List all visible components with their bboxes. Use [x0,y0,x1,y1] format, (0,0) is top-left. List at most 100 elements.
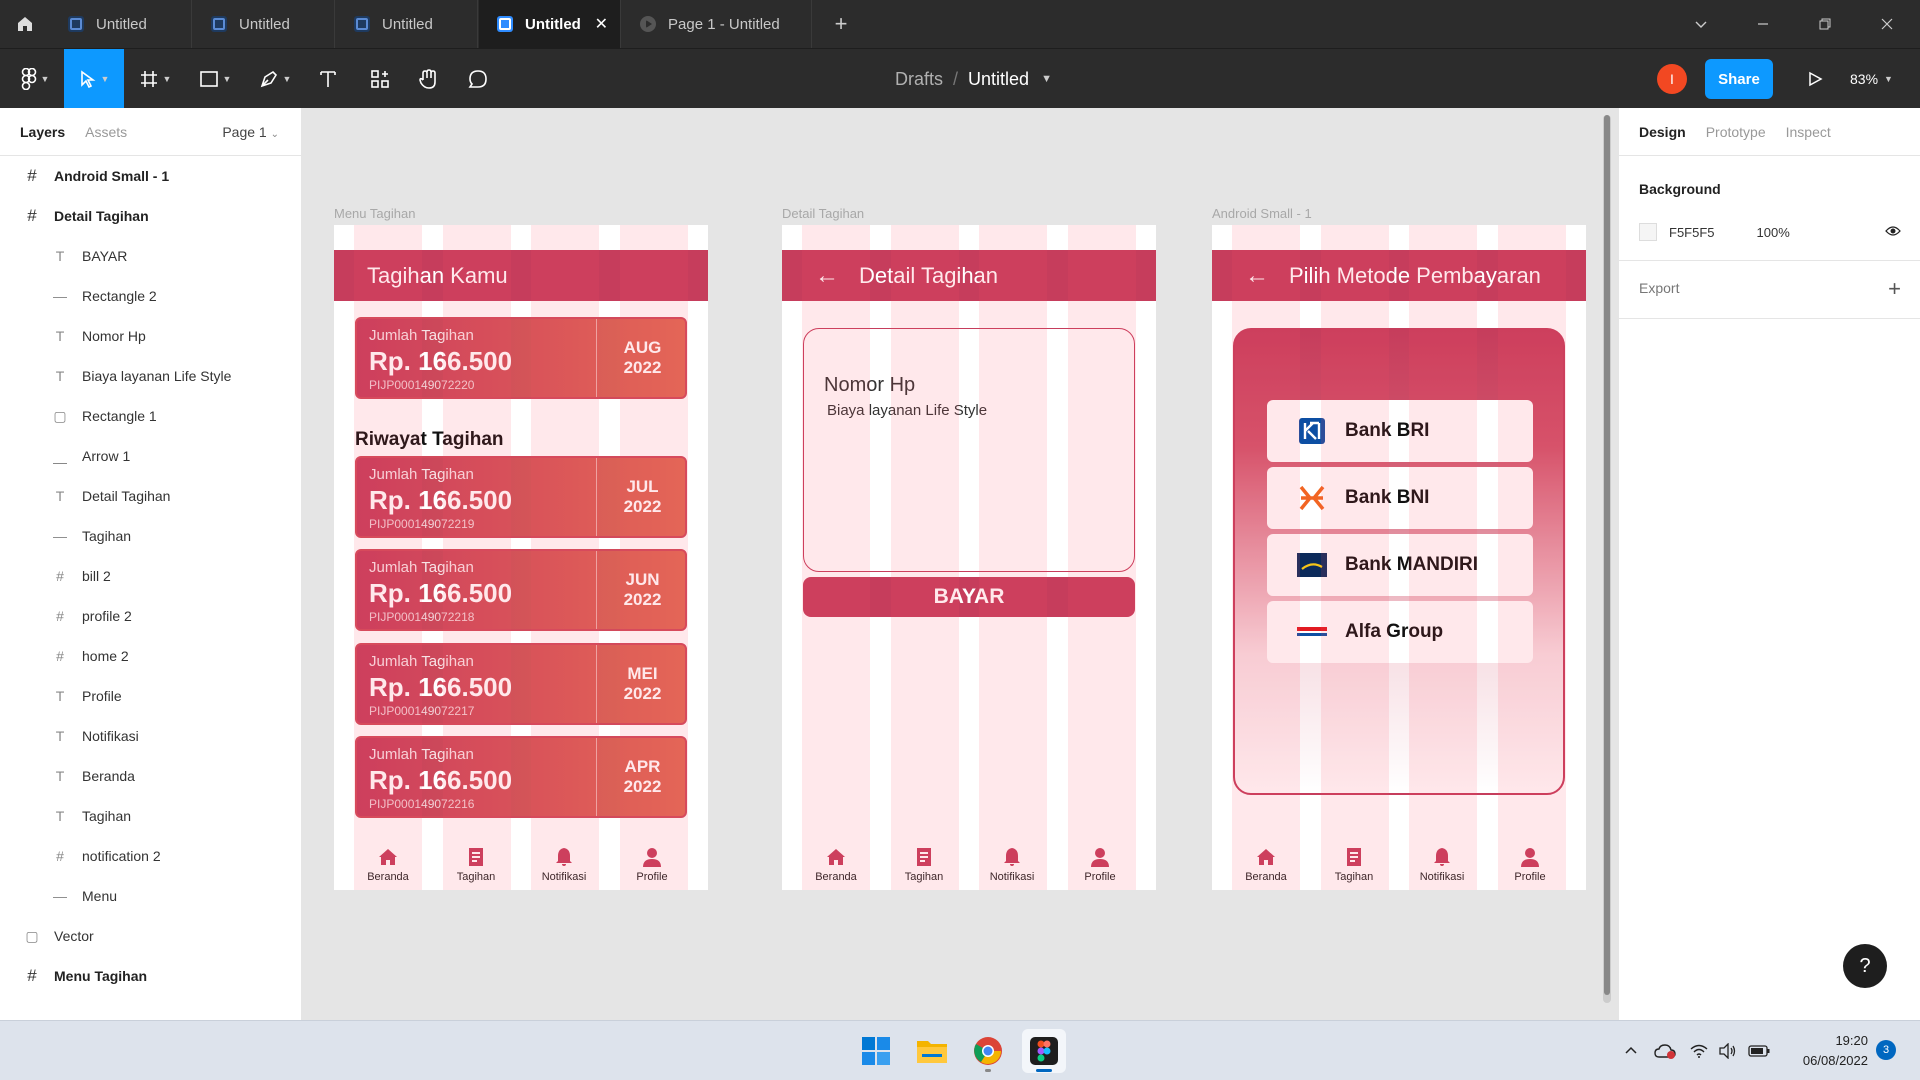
nav-tagihan[interactable]: Tagihan [436,846,516,883]
tab-3[interactable]: Untitled [336,0,478,48]
layer-item[interactable]: ▢ Rectangle 1 [0,396,301,436]
color-swatch[interactable] [1639,223,1657,241]
canvas[interactable]: Menu Tagihan Tagihan Kamu Jumlah Tagihan… [302,108,1618,1020]
frame-label-menu-tagihan[interactable]: Menu Tagihan [334,206,415,221]
chrome-button[interactable] [966,1029,1010,1073]
scrollbar-thumb[interactable] [1604,115,1610,995]
history-bill-card[interactable]: Jumlah Tagihan Rp. 166.500 PIJP000149072… [355,549,687,631]
frame-label-android-small[interactable]: Android Small - 1 [1212,206,1312,221]
layer-item[interactable]: — Tagihan [0,516,301,556]
background-color-value[interactable]: F5F5F5 [1669,225,1715,240]
layer-item[interactable]: # Detail Tagihan [0,196,301,236]
clock[interactable]: 19:20 06/08/2022 [1788,1031,1868,1071]
nav-profile[interactable]: Profile [1490,846,1570,883]
layer-item[interactable]: ⎽ Arrow 1 [0,436,301,476]
close-tab-icon[interactable]: ✕ [595,14,608,34]
bank-option-bri[interactable]: Bank BRI [1267,400,1533,462]
minimize-button[interactable] [1738,0,1788,48]
layer-item[interactable]: T BAYAR [0,236,301,276]
layer-item[interactable]: — Menu [0,876,301,916]
nav-beranda[interactable]: Beranda [796,846,876,883]
nav-profile[interactable]: Profile [1060,846,1140,883]
comment-tool-button[interactable] [453,49,503,109]
layer-item[interactable]: T Profile [0,676,301,716]
pen-tool-button[interactable]: ▼ [250,49,300,109]
hand-tool-button[interactable] [403,49,453,109]
close-window-button[interactable] [1862,0,1912,48]
restore-button[interactable] [1800,0,1850,48]
layer-item[interactable]: T Notifikasi [0,716,301,756]
bank-option-alfa[interactable]: Alfa Group [1267,601,1533,663]
frame-label-detail-tagihan[interactable]: Detail Tagihan [782,206,864,221]
nav-notifikasi[interactable]: Notifikasi [524,846,604,883]
tab-inspect[interactable]: Inspect [1786,124,1831,140]
layer-item[interactable]: T Detail Tagihan [0,476,301,516]
onedrive-icon[interactable] [1654,1021,1676,1080]
notification-badge[interactable]: 3 [1876,1040,1896,1060]
tab-design[interactable]: Design [1639,124,1686,140]
layer-item[interactable]: ▢ Vector [0,916,301,956]
tab-4-active[interactable]: Untitled ✕ [479,0,621,48]
nav-notifikasi[interactable]: Notifikasi [972,846,1052,883]
main-menu-button[interactable]: ▼ [10,49,60,109]
bayar-button[interactable]: BAYAR [803,577,1135,617]
canvas-scrollbar[interactable] [1603,115,1611,1003]
tab-1[interactable]: Untitled [50,0,192,48]
bank-option-mandiri[interactable]: Bank MANDIRI [1267,534,1533,596]
layer-item[interactable]: # Menu Tagihan [0,956,301,996]
nav-tagihan[interactable]: Tagihan [1314,846,1394,883]
tab-layers[interactable]: Layers [20,124,65,140]
arrow-left-icon[interactable]: ← [815,262,839,290]
bank-option-bni[interactable]: Bank BNI [1267,467,1533,529]
layer-item[interactable]: # notification 2 [0,836,301,876]
avatar[interactable]: I [1657,64,1687,94]
layer-item[interactable]: # bill 2 [0,556,301,596]
shape-tool-button[interactable]: ▼ [190,49,240,109]
layer-item[interactable]: # Android Small - 1 [0,156,301,196]
tab-prototype[interactable]: Prototype [1706,124,1766,140]
breadcrumb-drafts[interactable]: Drafts [895,69,943,90]
volume-icon[interactable] [1718,1021,1736,1080]
nav-beranda[interactable]: Beranda [348,846,428,883]
add-export-icon[interactable]: + [1888,276,1901,302]
resources-button[interactable] [355,49,405,109]
frame-detail-tagihan[interactable]: ← Detail Tagihan Nomor Hp Biaya layanan L… [782,225,1156,890]
file-explorer-button[interactable] [910,1029,954,1073]
frame-android-small[interactable]: ← Pilih Metode Pembayaran Bank BRI Bank B… [1212,225,1586,890]
nav-tagihan[interactable]: Tagihan [884,846,964,883]
show-hidden-icons[interactable] [1624,1021,1638,1080]
layer-item[interactable]: — Rectangle 2 [0,276,301,316]
layer-item[interactable]: # home 2 [0,636,301,676]
current-bill-card[interactable]: Jumlah Tagihan Rp. 166.500 PIJP000149072… [355,317,687,399]
layer-item[interactable]: T Biaya layanan Life Style [0,356,301,396]
tab-prototype[interactable]: Page 1 - Untitled [622,0,812,48]
layer-item[interactable]: # profile 2 [0,596,301,636]
zoom-control[interactable]: 83% ▼ [1850,49,1893,109]
file-name[interactable]: Untitled [968,69,1029,90]
history-bill-card[interactable]: Jumlah Tagihan Rp. 166.500 PIJP000149072… [355,456,687,538]
history-bill-card[interactable]: Jumlah Tagihan Rp. 166.500 PIJP000149072… [355,643,687,725]
tab-assets[interactable]: Assets [85,124,127,140]
battery-icon[interactable] [1748,1021,1770,1080]
background-opacity-value[interactable]: 100% [1757,225,1790,240]
nav-beranda[interactable]: Beranda [1226,846,1306,883]
layer-item[interactable]: T Beranda [0,756,301,796]
tab-2[interactable]: Untitled [193,0,335,48]
tabs-dropdown-button[interactable] [1676,0,1726,48]
help-button[interactable]: ? [1843,944,1887,988]
start-button[interactable] [854,1029,898,1073]
arrow-left-icon[interactable]: ← [1245,262,1269,290]
history-bill-card[interactable]: Jumlah Tagihan Rp. 166.500 PIJP000149072… [355,736,687,818]
share-button[interactable]: Share [1705,59,1773,99]
present-button[interactable] [1795,59,1835,99]
layer-item[interactable]: T Tagihan [0,796,301,836]
nav-profile[interactable]: Profile [612,846,692,883]
nav-notifikasi[interactable]: Notifikasi [1402,846,1482,883]
frame-tool-button[interactable]: ▼ [130,49,180,109]
new-tab-button[interactable]: + [826,0,856,48]
text-tool-button[interactable] [303,49,353,109]
home-button[interactable] [0,0,50,48]
layer-item[interactable]: T Nomor Hp [0,316,301,356]
chevron-down-icon[interactable]: ▼ [1041,73,1052,85]
figma-taskbar-button[interactable] [1022,1029,1066,1073]
